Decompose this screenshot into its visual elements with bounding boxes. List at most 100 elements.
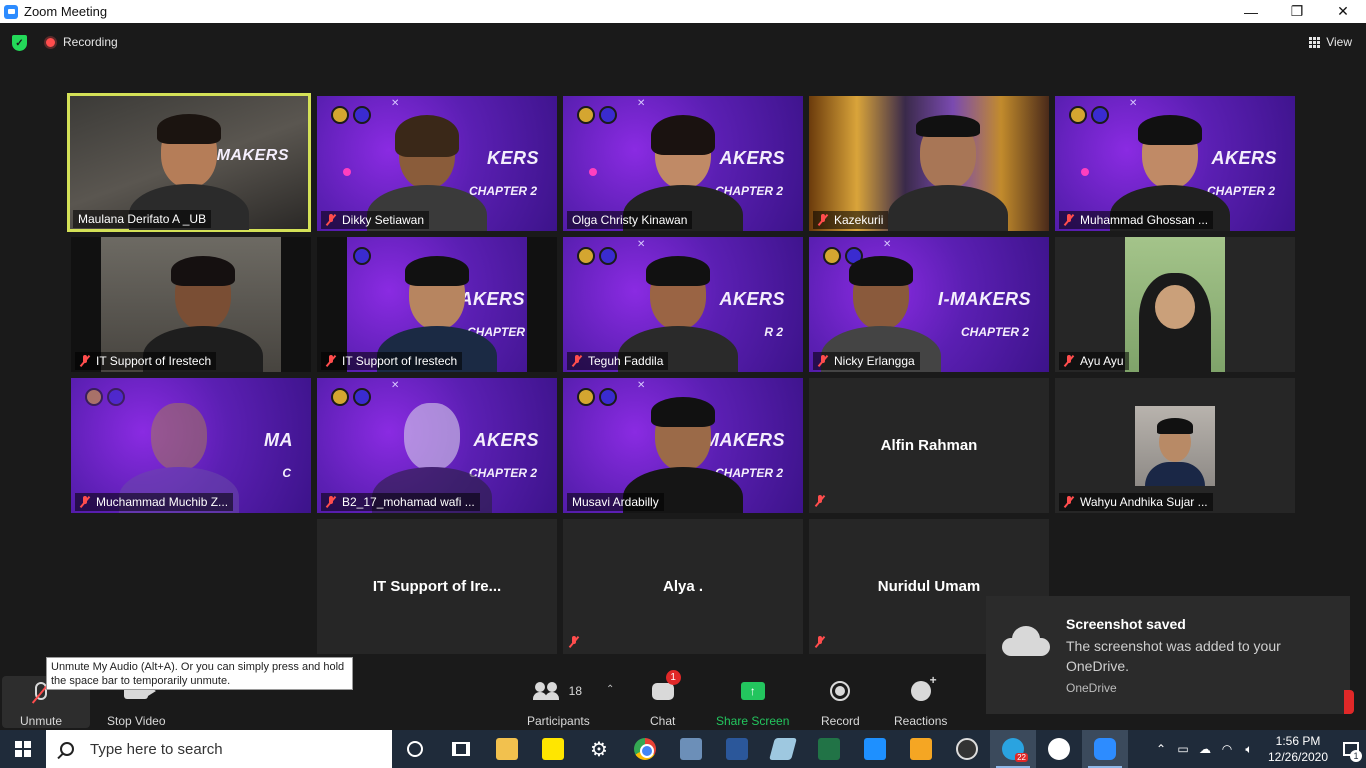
campus-logo-icon xyxy=(85,388,103,406)
close-button[interactable]: ✕ xyxy=(1320,0,1366,23)
participant-name: Olga Christy Kinawan xyxy=(572,213,688,227)
event-logo-icon xyxy=(599,247,617,265)
participant-name: Nicky Erlangga xyxy=(834,354,915,368)
media-player-button[interactable] xyxy=(898,730,944,768)
video-tile[interactable]: ✕ AKERS CHAPTER 2 Muhammad Ghossan ... xyxy=(1055,96,1295,231)
video-tile[interactable]: ✕ AKERS R 2 Teguh Faddila xyxy=(563,237,803,372)
view-button[interactable]: View xyxy=(1309,35,1352,49)
obs-button[interactable] xyxy=(944,730,990,768)
chevron-up-icon[interactable]: ⌃ xyxy=(1150,742,1172,756)
battery-icon[interactable]: ▭ xyxy=(1172,742,1194,756)
video-tile[interactable]: Kazekurii xyxy=(809,96,1049,231)
clock-date: 12/26/2020 xyxy=(1267,750,1329,764)
participant-name-tag: Ayu Ayu xyxy=(1059,352,1129,370)
zoom-window: Zoom Meeting — ❐ ✕ ✓ Recording View MAKE… xyxy=(0,0,1366,768)
onedrive-tray-icon[interactable]: ☁ xyxy=(1194,742,1216,756)
record-button[interactable]: Record xyxy=(821,678,860,728)
taskbar-search-box[interactable]: Type here to search xyxy=(46,730,392,768)
sticky-notes-icon xyxy=(542,738,564,760)
maximize-button[interactable]: ❐ xyxy=(1274,0,1320,23)
volume-icon[interactable]: 🔈︎ xyxy=(1238,742,1260,757)
stop-video-label: Stop Video xyxy=(107,714,166,728)
participants-label: Participants xyxy=(527,714,590,728)
campus-logo-icon xyxy=(331,106,349,124)
media-player-icon xyxy=(910,738,932,760)
onedrive-notification[interactable]: Screenshot saved The screenshot was adde… xyxy=(986,596,1350,714)
video-tile[interactable]: Alfin Rahman xyxy=(809,378,1049,513)
participant-name: Kazekurii xyxy=(834,213,884,227)
video-tile[interactable]: ✕ AKERS CHAPTER 2 B2_17_mohamad wafi ... xyxy=(317,378,557,513)
participant-name-tag: Olga Christy Kinawan xyxy=(567,211,693,229)
video-tile[interactable]: AKERS CHAPTER IT Support of Irestech xyxy=(317,237,557,372)
word-icon xyxy=(726,738,748,760)
participant-name-tag: Musavi Ardabilly xyxy=(567,493,664,511)
video-tile[interactable]: Wahyu Andhika Sujar ... xyxy=(1055,378,1295,513)
minimize-button[interactable]: — xyxy=(1228,0,1274,23)
participant-name: IT Support of Irestech xyxy=(342,354,458,368)
reactions-button[interactable]: Reactions xyxy=(894,673,947,728)
video-tile[interactable]: Ayu Ayu xyxy=(1055,237,1295,372)
chrome-button[interactable] xyxy=(622,730,668,768)
participant-name-tag: Nicky Erlangga xyxy=(813,352,920,370)
video-tile[interactable]: MAKERS Maulana Derifato A _UB xyxy=(67,93,311,232)
video-tile[interactable]: ✕ AKERS CHAPTER 2 Olga Christy Kinawan xyxy=(563,96,803,231)
participants-button[interactable]: 18 Participants xyxy=(527,678,590,728)
chat-button[interactable]: 1 Chat xyxy=(650,670,681,728)
participant-video xyxy=(1125,237,1225,372)
start-button[interactable] xyxy=(0,730,46,768)
muted-mic-icon xyxy=(1064,214,1074,226)
background-chapter: R 2 xyxy=(764,325,783,339)
taskbar-clock[interactable]: 1:56 PM 12/26/2020 xyxy=(1260,733,1336,765)
file-explorer-button[interactable] xyxy=(484,730,530,768)
cortana-button[interactable] xyxy=(392,730,438,768)
video-tile[interactable]: IT Support of Ire... xyxy=(317,519,557,654)
zoom-taskbar-button[interactable] xyxy=(1082,730,1128,768)
background-logo: I-MAKERS xyxy=(938,289,1031,309)
wps-writer-button[interactable] xyxy=(1036,730,1082,768)
participant-name-tag: Dikky Setiawan xyxy=(321,211,430,229)
campus-logo-icon xyxy=(577,247,595,265)
decor-dot xyxy=(589,168,597,176)
video-tile[interactable]: IT Support of Irestech xyxy=(71,237,311,372)
video-tile[interactable]: ✕ -MAKERS CHAPTER 2 Musavi Ardabilly xyxy=(563,378,803,513)
encryption-shield-icon[interactable]: ✓ xyxy=(12,35,27,51)
participants-caret[interactable]: ⌃ xyxy=(606,684,614,695)
notification-title: Screenshot saved xyxy=(1066,616,1186,632)
wifi-icon[interactable]: ◠ xyxy=(1216,742,1238,756)
calculator-button[interactable] xyxy=(668,730,714,768)
notebook-icon xyxy=(769,738,797,760)
participants-count: 18 xyxy=(568,684,583,698)
word-button[interactable] xyxy=(714,730,760,768)
event-logo-icon xyxy=(353,247,371,265)
decor-dot xyxy=(1081,168,1089,176)
windows-taskbar: Type here to search ⚙ 22 ⌃ ▭ ☁ ◠ 🔈︎ 1:56… xyxy=(0,730,1366,768)
share-screen-button[interactable]: ↑ Share Screen xyxy=(716,678,789,728)
clock-time: 1:56 PM xyxy=(1275,734,1321,748)
event-logo-icon xyxy=(599,388,617,406)
participant-name: Muhammad Ghossan ... xyxy=(1080,213,1209,227)
video-tile[interactable]: Alya . xyxy=(563,519,803,654)
note-app-button[interactable] xyxy=(760,730,806,768)
task-view-button[interactable] xyxy=(438,730,484,768)
settings-button[interactable]: ⚙ xyxy=(576,730,622,768)
participant-name: Teguh Faddila xyxy=(588,354,664,368)
action-center-button[interactable]: 1 xyxy=(1336,730,1366,768)
video-tile[interactable]: MA C Muchammad Muchib Z... xyxy=(71,378,311,513)
excel-button[interactable] xyxy=(806,730,852,768)
excel-icon xyxy=(818,738,840,760)
participant-name: B2_17_mohamad wafi ... xyxy=(342,495,475,509)
sticky-notes-button[interactable] xyxy=(530,730,576,768)
cortana-icon xyxy=(407,741,423,757)
unmute-tooltip: Unmute My Audio (Alt+A). Or you can simp… xyxy=(46,657,353,690)
participant-name-tag: Teguh Faddila xyxy=(567,352,669,370)
participant-name-tag: IT Support of Irestech xyxy=(321,352,463,370)
participant-name: Alfin Rahman xyxy=(880,437,978,454)
share-screen-icon: ↑ xyxy=(740,682,765,700)
movie-maker-button[interactable] xyxy=(852,730,898,768)
video-tile[interactable]: ✕ KERS CHAPTER 2 Dikky Setiawan xyxy=(317,96,557,231)
video-tile[interactable]: ✕ I-MAKERS CHAPTER 2 Nicky Erlangga xyxy=(809,237,1049,372)
recording-indicator[interactable]: Recording xyxy=(44,35,118,49)
decor-x: ✕ xyxy=(637,239,646,250)
telegram-button[interactable]: 22 xyxy=(990,730,1036,768)
end-meeting-button-edge[interactable] xyxy=(1344,690,1354,714)
